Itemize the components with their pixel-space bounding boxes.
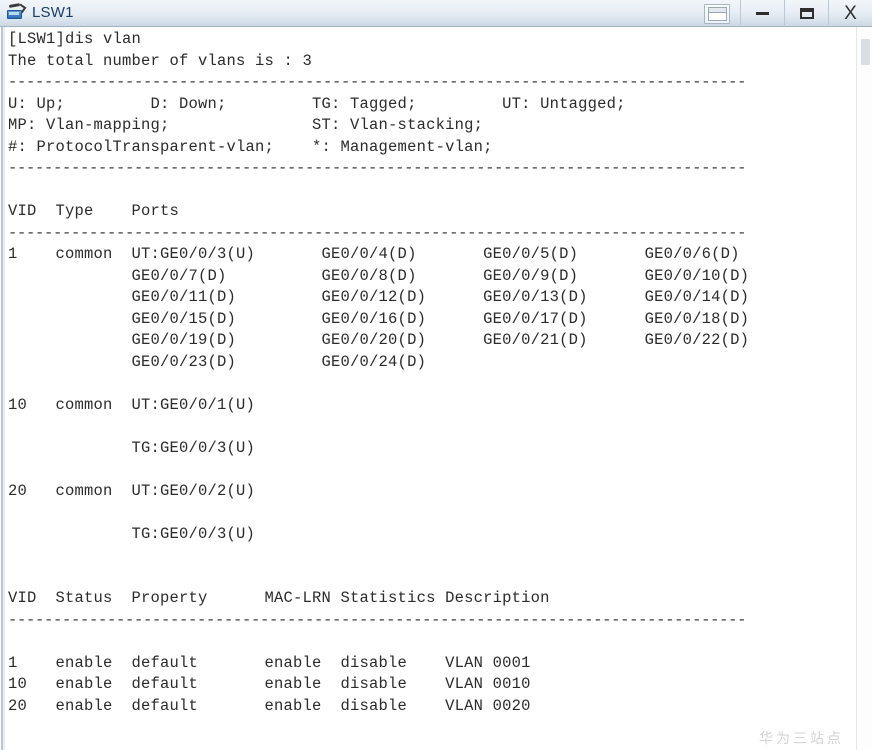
restore-button[interactable] (694, 0, 740, 27)
window-controls: X (694, 0, 872, 27)
terminal-line: GE0/0/15(D) GE0/0/16(D) GE0/0/17(D) GE0/… (8, 309, 750, 328)
minimize-icon (756, 12, 769, 15)
terminal-line: GE0/0/23(D) GE0/0/24(D) (8, 352, 427, 371)
terminal-line: U: Up; D: Down; TG: Tagged; UT: Untagged… (8, 94, 626, 113)
close-icon: X (844, 3, 857, 24)
terminal-line: MP: Vlan-mapping; ST: Vlan-stacking; (8, 116, 484, 134)
terminal-line: 10 enable default enable disable VLAN 00… (8, 675, 531, 693)
terminal-window: LSW1 X [LSW1]dis vlan The total number of… (0, 0, 872, 750)
terminal-line: [LSW1]dis vlan (8, 30, 142, 48)
terminal-line: #: ProtocolTransparent-vlan; *: Manageme… (8, 137, 493, 156)
terminal-separator: ----------------------------------------… (8, 73, 747, 91)
terminal-line: GE0/0/7(D) GE0/0/8(D) GE0/0/9(D) GE0/0/1… (8, 266, 750, 285)
terminal-separator: ----------------------------------------… (8, 223, 747, 242)
terminal-line: 20 enable default enable disable VLAN 00… (8, 696, 531, 715)
terminal-line: 1 common UT:GE0/0/3(U) GE0/0/4(D) GE0/0/… (8, 245, 740, 263)
restore-icon (704, 3, 730, 24)
terminal-line: TG:GE0/0/3(U) (8, 438, 256, 457)
switch-icon (6, 3, 27, 22)
terminal-line: GE0/0/19(D) GE0/0/20(D) GE0/0/21(D) GE0/… (8, 331, 750, 349)
terminal-line: 20 common UT:GE0/0/2(U) (8, 481, 256, 500)
close-button[interactable]: X (828, 0, 872, 27)
terminal-left-border (0, 27, 6, 750)
titlebar[interactable]: LSW1 X (0, 0, 872, 27)
maximize-button[interactable] (784, 0, 828, 27)
terminal-area[interactable]: [LSW1]dis vlan The total number of vlans … (0, 27, 872, 750)
terminal-line: The total number of vlans is : 3 (8, 51, 313, 70)
titlebar-left: LSW1 (6, 3, 74, 22)
terminal-output[interactable]: [LSW1]dis vlan The total number of vlans … (8, 29, 855, 750)
window-title: LSW1 (32, 4, 74, 21)
terminal-separator: ----------------------------------------… (8, 610, 747, 629)
terminal-line: VID Status Property MAC-LRN Statistics D… (8, 589, 550, 607)
maximize-icon (799, 8, 814, 19)
scrollbar-thumb[interactable] (861, 39, 870, 65)
minimize-button[interactable] (740, 0, 784, 27)
terminal-line: 10 common UT:GE0/0/1(U) (8, 395, 256, 414)
terminal-line: GE0/0/11(D) GE0/0/12(D) GE0/0/13(D) GE0/… (8, 288, 750, 306)
terminal-separator: ----------------------------------------… (8, 159, 747, 177)
terminal-line: TG:GE0/0/3(U) (8, 524, 256, 543)
scrollbar-track[interactable] (856, 27, 872, 750)
terminal-line: 1 enable default enable disable VLAN 000… (8, 653, 531, 672)
terminal-line: VID Type Ports (8, 202, 180, 220)
